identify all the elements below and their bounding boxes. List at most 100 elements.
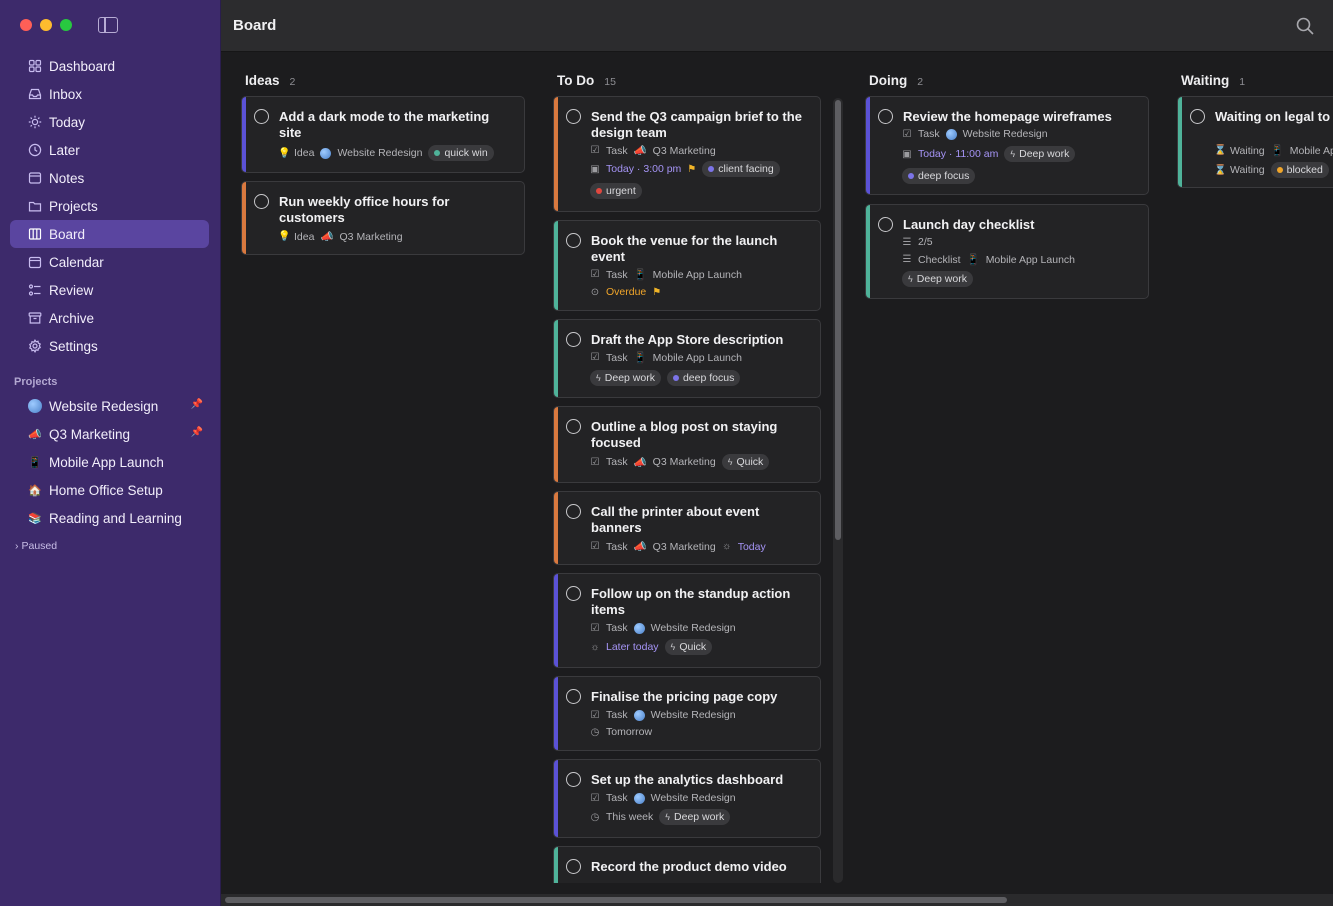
tag-pill[interactable]: blocked (1270, 162, 1329, 178)
sidebar-project-website-redesign[interactable]: Website Redesign 📌 (10, 392, 209, 420)
tag-pill[interactable]: ϟ Quick (664, 639, 713, 655)
sidebar-item-label: Later (49, 142, 80, 158)
card-project: Mobile App Launch (985, 253, 1076, 266)
card-project: Mobile App Launch (652, 351, 742, 364)
complete-checkbox[interactable] (1190, 109, 1205, 124)
complete-checkbox[interactable] (566, 586, 581, 601)
globe-icon (28, 399, 42, 413)
task-card[interactable]: Launch day checklist ☰ 2/5 ☰ Checklist 📱… (865, 204, 1149, 299)
phone-icon: 📱 (1270, 145, 1284, 157)
complete-checkbox[interactable] (566, 504, 581, 519)
megaphone-icon: 📣 (633, 456, 647, 469)
sidebar-item-review[interactable]: Review (10, 276, 209, 304)
sidebar-item-dashboard[interactable]: Dashboard (10, 52, 209, 80)
sidebar-project-q3-marketing[interactable]: 📣 Q3 Marketing 📌 (10, 420, 209, 448)
task-card[interactable]: Draft the App Store description ☑ Task 📱… (553, 319, 821, 398)
megaphone-icon: 📣 (28, 428, 42, 441)
board-icon (28, 227, 42, 241)
task-card[interactable]: Call the printer about event banners ☑ T… (553, 491, 821, 565)
complete-checkbox[interactable] (566, 332, 581, 347)
task-card[interactable]: Book the venue for the launch event ☑ Ta… (553, 220, 821, 311)
complete-checkbox[interactable] (566, 772, 581, 787)
main-content: Board Ideas 2 Add a dark mode to the mar… (221, 0, 1333, 906)
task-card[interactable]: Finalise the pricing page copy ☑ Task We… (553, 676, 821, 751)
board-horizontal-scrollbar[interactable] (221, 894, 1333, 906)
sidebar: Dashboard Inbox Today Later Notes Projec… (0, 0, 221, 906)
globe-icon (320, 147, 332, 159)
tag-pill[interactable]: deep focus (902, 168, 976, 184)
sidebar-toggle-icon[interactable] (98, 17, 118, 33)
globe-icon (633, 622, 645, 634)
minimize-window-button[interactable] (40, 19, 52, 31)
sidebar-item-settings[interactable]: Settings (10, 332, 209, 360)
column-header: To Do 15 (557, 73, 616, 88)
complete-checkbox[interactable] (566, 419, 581, 434)
paused-projects-toggle[interactable]: › Paused (15, 540, 57, 552)
sidebar-item-calendar[interactable]: Calendar (10, 248, 209, 276)
complete-checkbox[interactable] (878, 217, 893, 232)
card-title: Outline a blog post on staying focused (591, 419, 778, 450)
card-project: Mobile App Launch (652, 268, 742, 281)
card-meta-row: ▣ Today · 3:00 pm ⚑ client facing (590, 161, 780, 177)
column-scrollbar[interactable] (833, 98, 843, 883)
column-count: 2 (289, 76, 296, 88)
card-meta: ⌛ Waiting 📱 Mobile App Launch (1214, 144, 1333, 158)
complete-checkbox[interactable] (254, 109, 269, 124)
project-label: Website Redesign (49, 398, 159, 414)
task-card[interactable]: Set up the analytics dashboard ☑ Task We… (553, 759, 821, 838)
task-card[interactable]: Outline a blog post on staying focused ☑… (553, 406, 821, 483)
zoom-window-button[interactable] (60, 19, 72, 31)
scrollbar-thumb[interactable] (225, 897, 1007, 903)
tag-pill[interactable]: ϟ Deep work (659, 809, 731, 825)
tag-pill[interactable]: quick win (428, 145, 494, 161)
gear-icon (28, 339, 42, 353)
sidebar-project-reading-and-learning[interactable]: 📚 Reading and Learning (10, 504, 209, 532)
tag-pill[interactable]: urgent (590, 183, 642, 199)
sidebar-item-inbox[interactable]: Inbox (10, 80, 209, 108)
task-card[interactable]: Review the homepage wireframes ☑ Task We… (865, 96, 1149, 195)
sidebar-item-notes[interactable]: Notes (10, 164, 209, 192)
close-window-button[interactable] (20, 19, 32, 31)
card-meta: ☑ Task 📣 Q3 Marketing (590, 144, 716, 158)
sidebar-item-later[interactable]: Later (10, 136, 209, 164)
task-card[interactable]: Add a dark mode to the marketing site 💡 … (241, 96, 525, 173)
tag-pill[interactable]: ϟ Deep work (1004, 146, 1076, 162)
task-card[interactable]: Waiting on legal to approve the terms ⌛ … (1177, 96, 1333, 188)
tag-pill[interactable]: ϟ Deep work (902, 271, 973, 287)
checkbox-icon: ☑ (590, 622, 600, 634)
complete-checkbox[interactable] (254, 194, 269, 209)
tag-pill[interactable]: ϟ Deep work (590, 370, 661, 386)
task-card[interactable]: Follow up on the standup action items ☑ … (553, 573, 821, 668)
sidebar-item-board[interactable]: Board (10, 220, 209, 248)
complete-checkbox[interactable] (566, 859, 581, 874)
search-icon[interactable] (1295, 16, 1315, 36)
sidebar-item-archive[interactable]: Archive (10, 304, 209, 332)
card-date: Overdue (606, 286, 647, 298)
tag-pill[interactable]: deep focus (666, 370, 741, 386)
card-meta: ☑ Task 📱 Mobile App Launch (590, 351, 742, 365)
project-list: Website Redesign 📌 📣 Q3 Marketing 📌 📱 Mo… (10, 392, 209, 532)
pin-icon[interactable]: 📌 (191, 427, 203, 438)
task-card[interactable]: Run weekly office hours for customers 💡 … (241, 181, 525, 255)
tag-pill[interactable]: ϟ Quick (721, 454, 770, 470)
project-label: Home Office Setup (49, 482, 163, 498)
sun-icon (28, 115, 42, 129)
sidebar-item-today[interactable]: Today (10, 108, 209, 136)
sidebar-project-home-office-setup[interactable]: 🏠 Home Office Setup (10, 476, 209, 504)
checkbox-icon: ☑ (590, 269, 600, 280)
sidebar-item-projects[interactable]: Projects (10, 192, 209, 220)
lightbulb-icon: 💡 (278, 231, 291, 242)
complete-checkbox[interactable] (566, 109, 581, 124)
column-header: Ideas 2 (245, 73, 295, 88)
task-card[interactable]: Record the product demo video (553, 846, 821, 883)
scrollbar-thumb[interactable] (835, 100, 841, 540)
pin-icon[interactable]: 📌 (191, 399, 203, 410)
task-card[interactable]: Send the Q3 campaign brief to the design… (553, 96, 821, 212)
complete-checkbox[interactable] (878, 109, 893, 124)
complete-checkbox[interactable] (566, 233, 581, 248)
card-meta: 💡 Idea 📣 Q3 Marketing (278, 230, 403, 244)
sidebar-project-mobile-app-launch[interactable]: 📱 Mobile App Launch (10, 448, 209, 476)
complete-checkbox[interactable] (566, 689, 581, 704)
tag-pill[interactable]: client facing (702, 161, 780, 177)
card-project: Website Redesign (650, 792, 736, 804)
